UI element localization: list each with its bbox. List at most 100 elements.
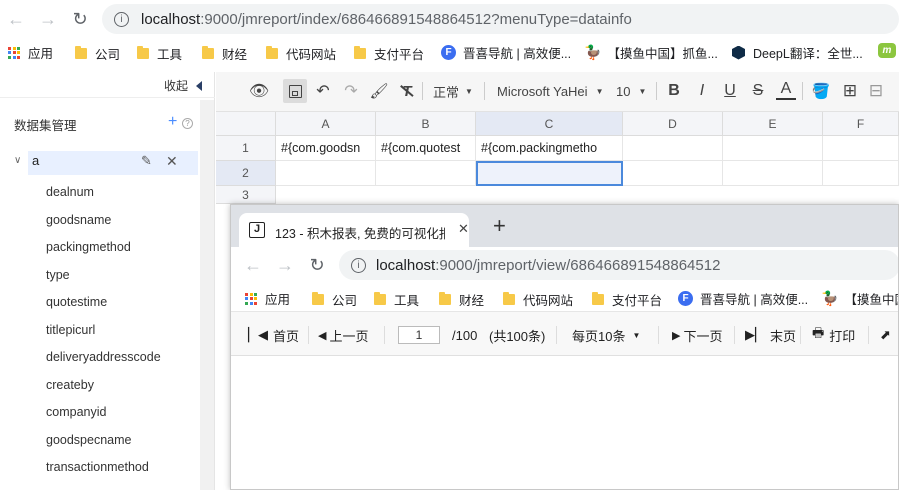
text-style-select[interactable]: 正常 ▼ — [433, 80, 473, 102]
merge-cells-icon[interactable]: ⊟ — [866, 80, 886, 102]
cell-d1[interactable] — [623, 136, 723, 161]
format-painter-icon[interactable]: 🖌 — [368, 80, 390, 102]
bookmark-link[interactable]: DeepL翻译：全世... — [732, 43, 863, 62]
f-circle-icon: F — [678, 291, 693, 306]
delete-icon[interactable]: ✕ — [166, 153, 178, 170]
font-size-select[interactable]: 10 ▼ — [616, 80, 646, 102]
bold-icon[interactable]: B — [664, 80, 684, 102]
next-page-button[interactable]: ▶ 下一页 — [672, 322, 722, 348]
strikethrough-icon[interactable]: S — [748, 80, 768, 102]
font-color-icon[interactable]: A — [776, 80, 796, 100]
column-header[interactable]: C — [476, 112, 623, 136]
caret-down-icon: ▼ — [595, 86, 604, 96]
back-icon[interactable]: ← — [4, 7, 28, 31]
cell-c2-selected[interactable] — [476, 161, 623, 186]
prev-page-button[interactable]: ◀ 上一页 — [318, 322, 368, 348]
bookmark-folder[interactable]: 公司 — [75, 44, 120, 63]
row-header[interactable]: 3 — [216, 186, 276, 204]
bookmark-apps[interactable]: 应用 — [8, 43, 53, 62]
forward-icon[interactable]: → — [273, 253, 297, 277]
cell-d2[interactable] — [623, 161, 723, 186]
bookmark-folder[interactable]: 支付平台 — [354, 44, 424, 63]
cell-c1[interactable]: #{com.packingmetho — [476, 136, 623, 161]
browser-tab[interactable]: J 123 - 积木报表, 免费的可视化报 ✕ — [239, 213, 469, 247]
last-page-icon: ▶▏ — [745, 327, 765, 342]
italic-icon[interactable]: I — [692, 80, 712, 102]
column-header[interactable]: B — [376, 112, 476, 136]
more-bookmarks-icon[interactable]: m — [878, 43, 896, 58]
bookmark-apps[interactable]: 应用 — [245, 289, 290, 308]
redo-icon[interactable]: ↷ — [340, 80, 362, 102]
folder-icon — [592, 292, 604, 305]
cell-a1[interactable]: #{com.goodsn — [276, 136, 376, 161]
print-button[interactable]: 🖶 打印 — [812, 322, 855, 348]
field-item[interactable]: quotestime — [46, 295, 107, 309]
cell-b2[interactable] — [376, 161, 476, 186]
dataset-row[interactable]: ∨ a ✎ ✕ — [0, 150, 198, 176]
corner-cell[interactable] — [216, 112, 276, 136]
field-item[interactable]: packingmethod — [46, 240, 131, 254]
bookmark-folder[interactable]: 公司 — [312, 290, 357, 309]
fill-color-icon[interactable]: 🪣 — [810, 80, 832, 102]
bookmark-folder[interactable]: 工具 — [374, 290, 419, 309]
field-item[interactable]: transactionmethod — [46, 460, 149, 474]
underline-icon[interactable]: U — [720, 80, 740, 102]
column-header[interactable]: A — [276, 112, 376, 136]
close-tab-icon[interactable]: ✕ — [458, 221, 469, 237]
field-item[interactable]: type — [46, 268, 70, 282]
border-icon[interactable]: ⊞ — [840, 80, 860, 102]
bookmark-folder[interactable]: 代码网站 — [266, 44, 336, 63]
collapse-button[interactable]: 收起 — [164, 77, 203, 94]
font-family-select[interactable]: Microsoft YaHei ▼ — [497, 80, 603, 102]
back-icon[interactable]: ← — [241, 253, 265, 277]
column-header[interactable]: F — [823, 112, 899, 136]
field-item[interactable]: titlepicurl — [46, 323, 95, 337]
address-bar[interactable]: i localhost:9000/jmreport/index/68646689… — [102, 4, 899, 34]
page-size-select[interactable]: 每页10条 ▼ — [572, 322, 640, 348]
field-item[interactable]: createby — [46, 378, 94, 392]
clear-format-icon[interactable]: T — [396, 80, 418, 102]
bookmark-link[interactable]: F 晋喜导航 | 高效便... — [441, 43, 571, 62]
first-page-button[interactable]: ▏◀ 首页 — [248, 322, 299, 348]
row-header[interactable]: 2 — [216, 161, 276, 186]
bookmark-link[interactable]: 🦆【摸鱼中国 — [821, 289, 898, 308]
field-item[interactable]: dealnum — [46, 185, 94, 199]
cell-e2[interactable] — [723, 161, 823, 186]
cell-f1[interactable] — [823, 136, 899, 161]
popup-address-bar[interactable]: i localhost:9000/jmreport/view/686466891… — [339, 250, 898, 280]
cell-a2[interactable] — [276, 161, 376, 186]
last-page-button[interactable]: ▶▏ 末页 — [745, 322, 796, 348]
bookmark-folder[interactable]: 工具 — [137, 44, 182, 63]
export-icon[interactable]: ⬈ — [880, 322, 891, 348]
column-header[interactable]: E — [723, 112, 823, 136]
cell-f2[interactable] — [823, 161, 899, 186]
edit-icon[interactable]: ✎ — [141, 153, 152, 169]
bookmark-link[interactable]: 🦆 【摸鱼中国】抓鱼... — [584, 43, 718, 62]
reload-icon[interactable]: ↻ — [68, 7, 92, 31]
field-item[interactable]: goodsname — [46, 213, 111, 227]
bookmark-folder[interactable]: 支付平台 — [592, 290, 662, 309]
help-icon[interactable]: ? — [182, 118, 193, 129]
add-icon[interactable]: + — [168, 113, 177, 131]
bookmark-folder[interactable]: 代码网站 — [503, 290, 573, 309]
field-item[interactable]: companyid — [46, 405, 106, 419]
duck-icon: 🦆 — [584, 44, 602, 60]
undo-icon[interactable]: ↶ — [312, 80, 334, 102]
row-header[interactable]: 1 — [216, 136, 276, 161]
cell-b1[interactable]: #{com.quotest — [376, 136, 476, 161]
chevron-down-icon[interactable]: ∨ — [14, 155, 21, 166]
field-item[interactable]: deliveryaddresscode — [46, 350, 161, 364]
new-tab-icon[interactable]: + — [493, 215, 506, 237]
bookmark-folder[interactable]: 财经 — [202, 44, 247, 63]
bookmark-folder[interactable]: 财经 — [439, 290, 484, 309]
preview-eye-icon[interactable]: 👁 — [248, 80, 270, 102]
forward-icon[interactable]: → — [36, 7, 60, 31]
cell-e1[interactable] — [723, 136, 823, 161]
reload-icon[interactable]: ↻ — [305, 253, 329, 277]
bookmark-link[interactable]: F 晋喜导航 | 高效便... — [678, 289, 808, 308]
page-number-input[interactable]: 1 — [398, 326, 440, 344]
field-item[interactable]: goodspecname — [46, 433, 131, 447]
save-icon[interactable] — [283, 79, 307, 103]
sidebar-scrollbar[interactable] — [200, 100, 214, 490]
column-header[interactable]: D — [623, 112, 723, 136]
